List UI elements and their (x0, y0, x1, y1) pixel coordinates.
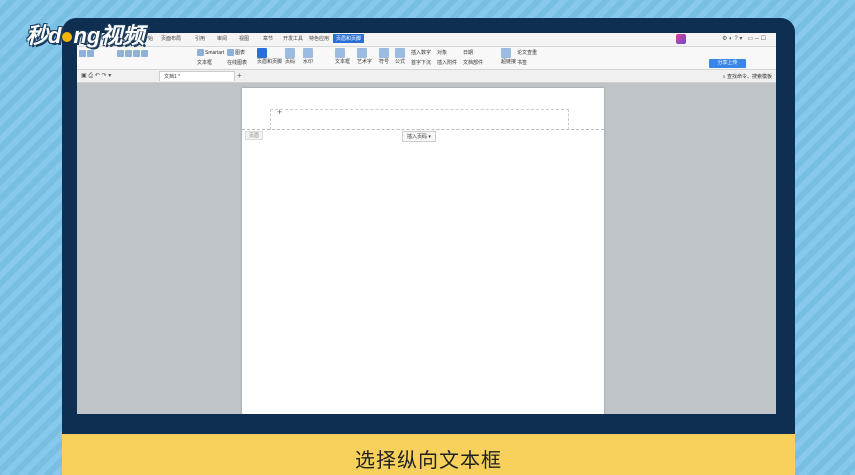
hyperlink-icon (501, 48, 511, 58)
logo: 秒d ng视频 (26, 18, 144, 50)
ribbon-page-number[interactable]: 页码 (285, 48, 296, 65)
ribbon-header-footer[interactable]: 页眉和页脚 (257, 48, 282, 65)
ribbon-online-chart[interactable]: 在线图表 (227, 59, 247, 66)
formula-label: 公式 (395, 59, 406, 65)
header-area[interactable] (270, 109, 569, 130)
ribbon-group-table (117, 50, 149, 57)
caption-text: 选择纵向文本框 (355, 450, 502, 472)
add-tab-icon[interactable]: + (237, 71, 242, 80)
smartart-icon (197, 49, 204, 56)
ribbon-object[interactable]: 对象 (437, 49, 447, 56)
date-label: 日期 (463, 50, 474, 56)
watermark-icon (303, 48, 313, 58)
ribbon-paper-check[interactable]: 论文查重 (517, 49, 537, 56)
page-number-icon (285, 48, 295, 58)
ribbon-watermark[interactable]: 水印 (303, 48, 314, 65)
window-controls-icon[interactable]: ⚙ ◐ ? ▾ ▭ ─ ☐ (722, 35, 766, 42)
ribbon-smartart[interactable]: Smartart (197, 49, 224, 56)
header-label: 页眉 (245, 131, 264, 140)
picture-icon[interactable] (125, 50, 132, 57)
doc-tab-label: 文档1 * (164, 74, 181, 80)
search-command[interactable]: ⌕ 查找命令、搜索模板 (723, 73, 772, 80)
hyperlink-label: 超链接 (501, 59, 517, 65)
ribbon-bookmark[interactable]: 书签 (517, 59, 527, 66)
wordart-icon (357, 48, 367, 58)
tab-start[interactable]: 开始 (143, 35, 153, 42)
crosshair-cursor-icon: + (277, 107, 283, 117)
tab-features[interactable]: 特色应用 (309, 35, 329, 42)
caption-bar: 选择纵向文本框 (62, 434, 795, 475)
ribbon-wordart[interactable]: 艺术字 (357, 48, 372, 65)
menu-tab-bar: 插入 开始 页面布局 引用 审阅 视图 章节 开发工具 特色应用 页眉和页脚 ⚙… (77, 33, 776, 47)
tab-references[interactable]: 引用 (195, 35, 205, 42)
tab-review[interactable]: 审阅 (217, 35, 227, 42)
tab-view[interactable]: 视图 (239, 35, 249, 42)
tab-section[interactable]: 章节 (263, 35, 273, 42)
logo-text-1: 秒d (26, 23, 62, 48)
ribbon-hyperlink[interactable]: 超链接 (501, 48, 516, 65)
logo-dot-icon (62, 32, 73, 43)
header-divider (242, 129, 604, 130)
textbox-label: 文本框 (335, 59, 351, 65)
pi-icon (395, 48, 405, 58)
textbox-icon (335, 48, 345, 58)
doc-tab[interactable]: 文档1 * (159, 71, 235, 81)
dropcap-label: 首字下沉 (411, 60, 432, 66)
blank-page-icon[interactable] (87, 50, 94, 57)
shape-icon[interactable] (141, 50, 148, 57)
paper-check-label: 论文查重 (517, 50, 538, 56)
share-upload-button[interactable]: 分享上传 (709, 59, 746, 68)
ribbon-dropcap[interactable]: 首字下沉 (411, 59, 431, 66)
bookmark-label: 书签 (517, 60, 528, 66)
doc-parts-label: 文档部件 (463, 60, 484, 66)
tab-layout[interactable]: 页面布局 (161, 35, 181, 42)
chart-icon (227, 49, 234, 57)
document-page[interactable]: + 页眉 插入页码 ▾ (242, 88, 604, 414)
textbox-small-label: 文本框 (197, 60, 213, 66)
logo-text-2: ng视频 (73, 23, 145, 48)
insert-number-label: 插入数字 (411, 50, 432, 56)
search-icon: ⌕ (722, 74, 726, 80)
ribbon-textbox-small[interactable]: 文本框 (197, 59, 212, 66)
online-chart-label: 在线图表 (227, 60, 248, 66)
ribbon-toolbar: Smartart 图表 文本框 在线图表 页眉和页脚 页码 水印 文本框 艺术字… (77, 47, 776, 70)
ribbon-textbox[interactable]: 文本框 (335, 48, 350, 65)
insert-page-number-button[interactable]: 插入页码 ▾ (402, 131, 436, 142)
app-window: 插入 开始 页面布局 引用 审阅 视图 章节 开发工具 特色应用 页眉和页脚 ⚙… (77, 33, 776, 414)
cover-icon[interactable] (79, 50, 86, 57)
header-footer-icon (257, 48, 267, 58)
object-label: 对象 (437, 50, 448, 56)
symbol-label: 符号 (379, 59, 390, 65)
search-label: 查找命令、搜索模板 (726, 74, 772, 80)
omega-icon (379, 48, 389, 58)
ribbon-symbol[interactable]: 符号 (379, 48, 390, 65)
document-tab-bar: ▣ ⎙ ↶ ↷ ▾ 文档1 * + ⌕ 查找命令、搜索模板 (77, 70, 776, 83)
screenshot-icon[interactable] (133, 50, 140, 57)
watermark-label: 水印 (303, 59, 314, 65)
ribbon-date[interactable]: 日期 (463, 49, 473, 56)
table-icon[interactable] (117, 50, 124, 57)
avatar[interactable] (676, 34, 686, 44)
attachment-label: 插入附件 (437, 60, 458, 66)
ribbon-attachment[interactable]: 插入附件 (437, 59, 457, 66)
ribbon-formula[interactable]: 公式 (395, 48, 406, 65)
chart-label: 图表 (235, 50, 246, 56)
tab-devtools[interactable]: 开发工具 (283, 35, 303, 42)
tab-header-footer[interactable]: 页眉和页脚 (333, 34, 365, 43)
ribbon-group-left (79, 50, 95, 57)
quick-access-icons[interactable]: ▣ ⎙ ↶ ↷ ▾ (81, 72, 111, 80)
ribbon-chart[interactable]: 图表 (227, 49, 246, 57)
ribbon-doc-parts[interactable]: 文档部件 (463, 59, 483, 66)
header-footer-label: 页眉和页脚 (257, 59, 283, 65)
page-number-label: 页码 (285, 59, 296, 65)
wordart-label: 艺术字 (357, 59, 373, 65)
smartart-label: Smartart (205, 49, 225, 56)
ribbon-insert-number[interactable]: 插入数字 (411, 49, 431, 56)
